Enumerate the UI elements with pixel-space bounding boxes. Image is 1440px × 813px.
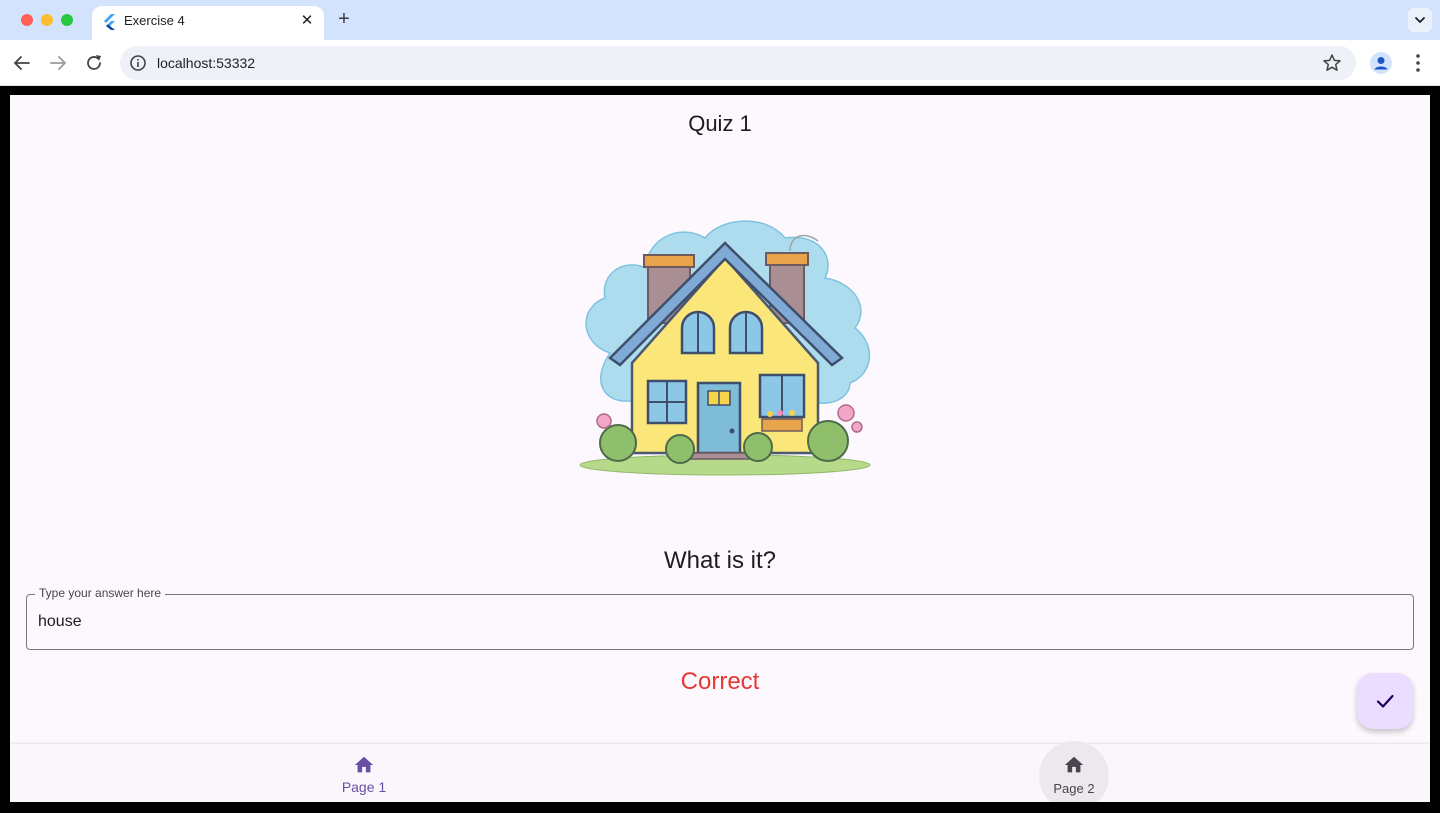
check-icon: [1376, 694, 1394, 708]
url-text[interactable]: localhost:53332: [157, 55, 255, 71]
address-bar[interactable]: localhost:53332: [120, 46, 1356, 80]
back-arrow-icon[interactable]: [11, 52, 33, 74]
more-vertical-icon[interactable]: [1410, 52, 1426, 74]
bottom-navigation-bar: Page 1 Page 2: [10, 741, 1430, 802]
browser-tab-strip: Exercise 4 ✕ +: [0, 0, 1440, 40]
maximize-window-button[interactable]: [61, 14, 73, 26]
profile-avatar-icon[interactable]: [1370, 52, 1392, 74]
result-text: Correct: [680, 668, 760, 695]
home-icon: [1064, 756, 1084, 773]
flutter-icon: [104, 14, 115, 30]
answer-input[interactable]: [38, 613, 1398, 631]
house-illustration: [579, 220, 871, 476]
question-text: What is it?: [663, 547, 777, 574]
minimize-window-button[interactable]: [41, 14, 53, 26]
tab-search-button[interactable]: [1408, 8, 1432, 32]
reload-icon[interactable]: [83, 52, 105, 74]
home-icon: [354, 756, 374, 773]
answer-field-label: Type your answer here: [35, 586, 166, 600]
browser-toolbar: localhost:53332: [0, 40, 1440, 86]
forward-arrow-icon[interactable]: [47, 52, 69, 74]
page-title: Quiz 1: [688, 111, 752, 136]
chevron-down-icon: [1415, 17, 1425, 24]
browser-tab[interactable]: Exercise 4 ✕: [92, 6, 324, 40]
nav-label-page-2: Page 2: [1053, 781, 1095, 796]
nav-item-page-1[interactable]: Page 1: [304, 744, 424, 802]
bookmark-star-icon[interactable]: [1322, 53, 1342, 73]
nav-item-page-2[interactable]: Page 2: [1014, 741, 1134, 802]
tab-title: Exercise 4: [124, 13, 185, 28]
site-info-icon[interactable]: [129, 54, 147, 72]
tab-close-icon[interactable]: ✕: [298, 11, 316, 29]
submit-answer-button[interactable]: [1357, 673, 1413, 729]
close-window-button[interactable]: [21, 14, 33, 26]
answer-field[interactable]: Type your answer here: [26, 586, 1414, 650]
new-tab-button[interactable]: +: [334, 8, 354, 30]
app-viewport: Quiz 1 What is it? Type your answer here…: [10, 95, 1430, 802]
nav-label-page-1: Page 1: [341, 779, 387, 795]
